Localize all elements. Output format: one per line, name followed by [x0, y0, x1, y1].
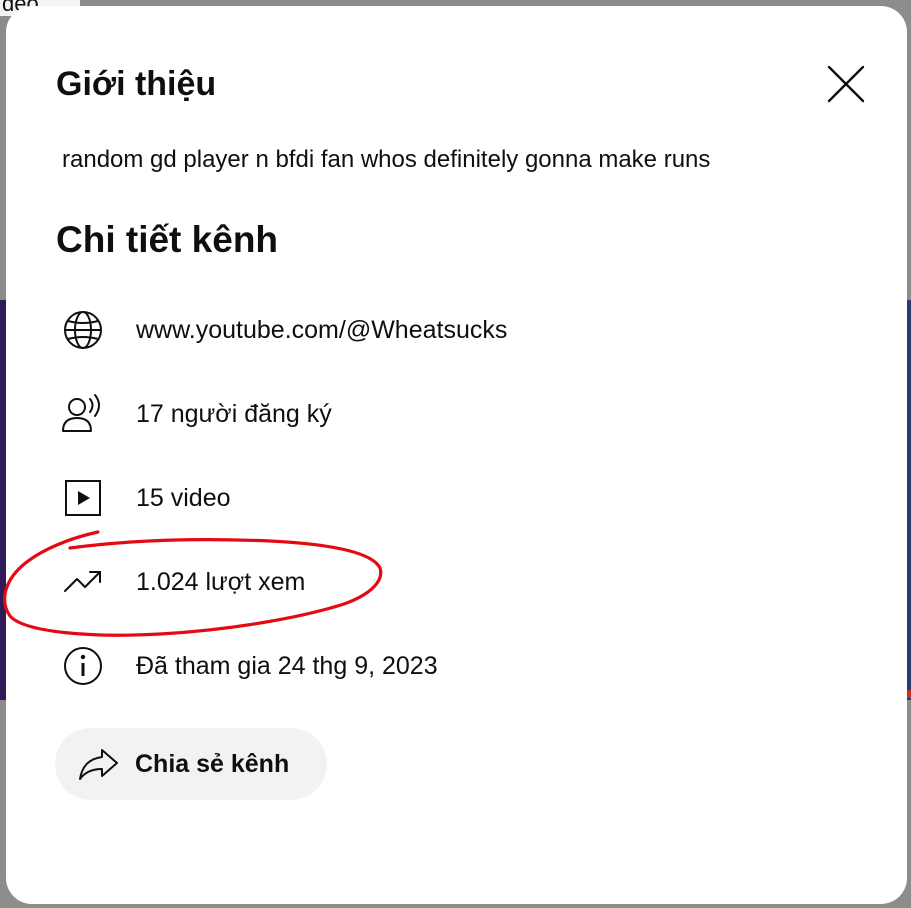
detail-row-joined: Đã tham gia 24 thg 9, 2023 — [60, 642, 438, 690]
close-icon — [827, 65, 865, 103]
globe-icon — [60, 307, 106, 353]
video-count: 15 video — [136, 483, 231, 512]
video-play-icon — [60, 475, 106, 521]
view-count: 1.024 lượt xem — [136, 567, 306, 596]
about-dialog: Giới thiệu random gd player n bfdi fan w… — [6, 6, 907, 904]
detail-row-subscribers: 17 người đăng ký — [60, 390, 332, 438]
dialog-title: Giới thiệu — [56, 65, 217, 103]
close-button[interactable] — [820, 58, 872, 110]
channel-description: random gd player n bfdi fan whos definit… — [62, 146, 711, 173]
subscribers-icon — [60, 391, 106, 437]
info-icon — [60, 643, 106, 689]
share-icon — [77, 742, 121, 786]
subscriber-count: 17 người đăng ký — [136, 399, 332, 428]
channel-link[interactable]: www.youtube.com/@Wheatsucks — [136, 316, 507, 345]
share-channel-button[interactable]: Chia sẻ kênh — [55, 728, 327, 800]
detail-row-views: 1.024 lượt xem — [60, 558, 305, 606]
detail-row-link: www.youtube.com/@Wheatsucks — [60, 306, 507, 354]
share-channel-label: Chia sẻ kênh — [135, 749, 290, 778]
channel-details-title: Chi tiết kênh — [56, 219, 279, 260]
trending-up-icon — [60, 559, 106, 605]
join-date: Đã tham gia 24 thg 9, 2023 — [136, 651, 438, 680]
detail-row-videos: 15 video — [60, 474, 231, 522]
